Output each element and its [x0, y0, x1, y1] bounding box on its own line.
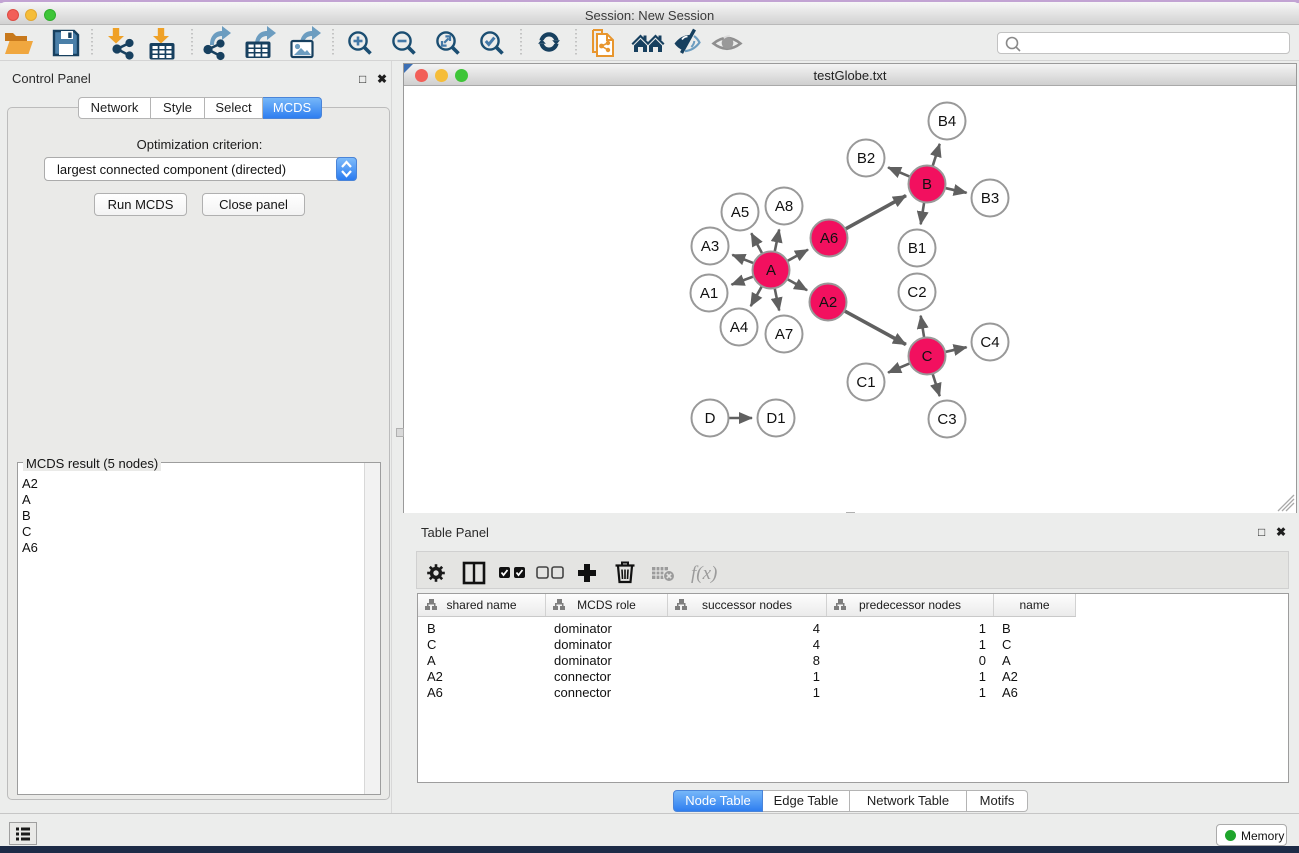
svg-text:B2: B2	[857, 150, 875, 167]
svg-text:A: A	[766, 262, 776, 279]
svg-text:C3: C3	[937, 411, 956, 428]
svg-text:B: B	[922, 176, 932, 193]
svg-text:C4: C4	[980, 334, 999, 351]
svg-text:B4: B4	[938, 113, 956, 130]
svg-text:A3: A3	[701, 238, 719, 255]
svg-text:B3: B3	[981, 190, 999, 207]
svg-text:D1: D1	[766, 410, 785, 427]
svg-text:f(x): f(x)	[691, 563, 717, 584]
svg-text:A6: A6	[820, 230, 838, 247]
svg-text:A8: A8	[775, 198, 793, 215]
svg-text:B1: B1	[908, 240, 926, 257]
svg-text:A7: A7	[775, 326, 793, 343]
svg-text:A5: A5	[731, 204, 749, 221]
svg-text:D: D	[705, 410, 716, 427]
svg-text:A2: A2	[819, 294, 837, 311]
svg-text:C2: C2	[907, 284, 926, 301]
svg-text:A1: A1	[700, 285, 718, 302]
svg-text:C1: C1	[856, 374, 875, 391]
svg-text:A4: A4	[730, 319, 748, 336]
svg-text:C: C	[922, 348, 933, 365]
